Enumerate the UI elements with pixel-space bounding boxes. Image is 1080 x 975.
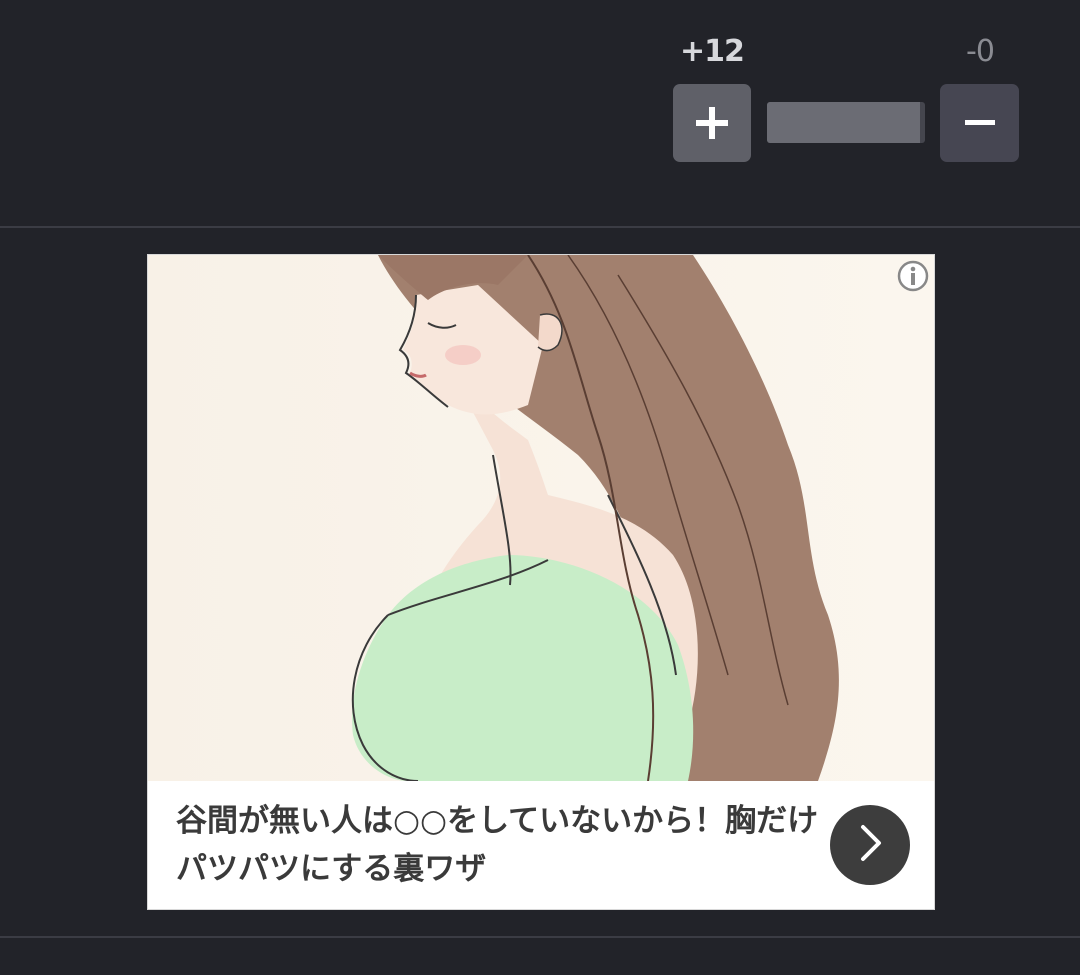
- ad-image[interactable]: [148, 255, 934, 781]
- divider: [0, 226, 1080, 228]
- ad-arrow-button[interactable]: [830, 805, 910, 885]
- vote-ratio-fill: [767, 102, 921, 143]
- minus-count: -0: [966, 34, 995, 69]
- vote-ratio-bar: [767, 102, 925, 143]
- info-icon[interactable]: [896, 259, 930, 293]
- plus-count: +12: [680, 34, 745, 69]
- plus-icon: [694, 105, 730, 141]
- minus-vote-button[interactable]: [940, 84, 1019, 162]
- divider: [0, 936, 1080, 938]
- minus-icon: [963, 106, 997, 140]
- ad-caption[interactable]: 谷間が無い人は○○をしていないから！胸だけパツパツにする裏ワザ: [148, 781, 934, 909]
- ad-banner[interactable]: 谷間が無い人は○○をしていないから！胸だけパツパツにする裏ワザ: [147, 254, 935, 910]
- ad-headline[interactable]: 谷間が無い人は○○をしていないから！胸だけパツパツにする裏ワザ: [176, 797, 826, 893]
- vote-panel: +12 -0: [0, 0, 1080, 226]
- chevron-right-icon: [853, 823, 887, 867]
- plus-vote-button[interactable]: [673, 84, 751, 162]
